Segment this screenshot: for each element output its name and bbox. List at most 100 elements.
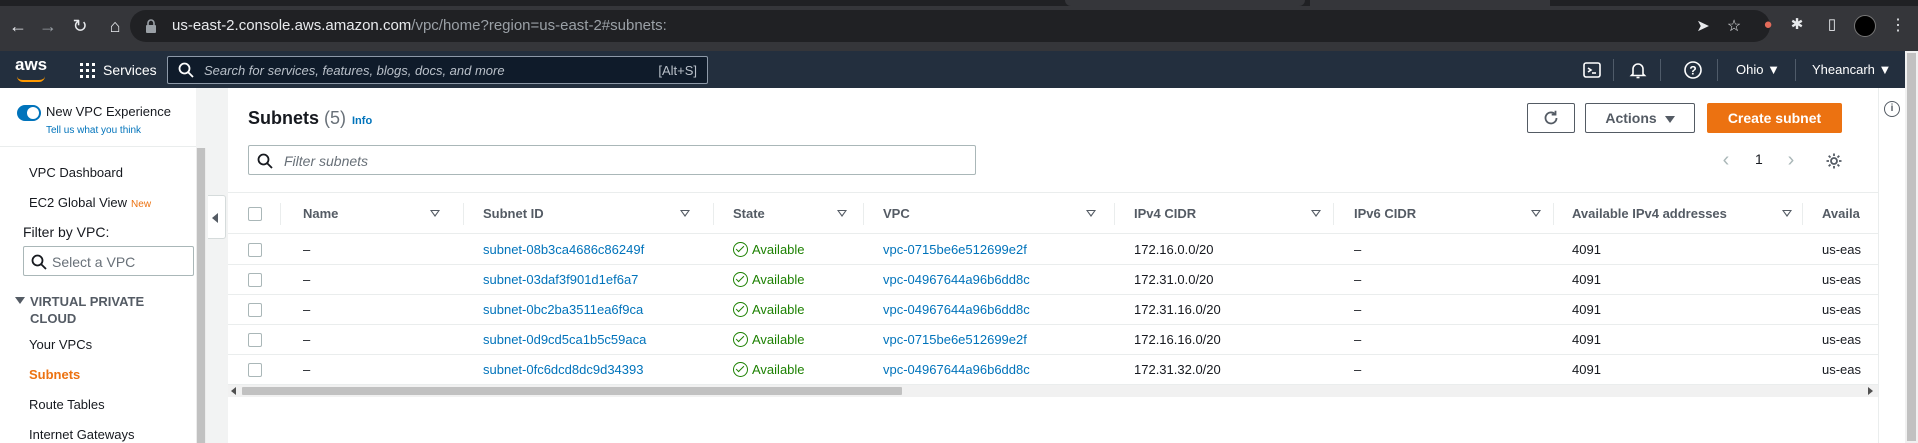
sidebar-item-route-tables[interactable]: Route Tables xyxy=(29,397,105,412)
color-picker-extension-icon[interactable]: ● xyxy=(1758,15,1778,35)
row-checkbox[interactable] xyxy=(248,303,262,317)
column-header-state[interactable]: State xyxy=(733,193,863,235)
forward-icon[interactable]: → xyxy=(36,14,60,38)
star-icon[interactable]: ☆ xyxy=(1725,18,1743,36)
filter-subnets-input[interactable]: Filter subnets xyxy=(248,145,976,175)
table-row[interactable]: – subnet-0bc2ba3511ea6f9ca Available vpc… xyxy=(228,295,1878,325)
cell-ipv4-cidr: 172.31.0.0/20 xyxy=(1134,272,1214,287)
browser-menu-icon[interactable]: ⋮ xyxy=(1890,15,1906,37)
column-header-name[interactable]: Name xyxy=(303,193,443,235)
previous-page-icon[interactable]: ‹ xyxy=(1720,150,1732,170)
filter-by-vpc-label: Filter by VPC: xyxy=(23,224,110,240)
table-horizontal-scrollbar[interactable] xyxy=(228,385,1878,397)
table-row[interactable]: – subnet-0fc6dcd8dc9d34393 Available vpc… xyxy=(228,355,1878,385)
feedback-link[interactable]: Tell us what you think xyxy=(46,125,141,136)
column-header-ipv4-cidr[interactable]: IPv4 CIDR xyxy=(1134,193,1334,235)
console-search-input[interactable]: Search for services, features, blogs, do… xyxy=(167,56,708,84)
table-row[interactable]: – subnet-03daf3f901d1ef6a7 Available vpc… xyxy=(228,265,1878,295)
lock-icon xyxy=(146,19,156,33)
caret-down-icon xyxy=(15,297,25,304)
table-row[interactable]: – subnet-0d9cd5ca1b5c59aca Available vpc… xyxy=(228,325,1878,355)
row-checkbox[interactable] xyxy=(248,243,262,257)
browser-tab[interactable] xyxy=(1065,0,1305,6)
side-panel-icon[interactable]: ▯ xyxy=(1822,15,1842,35)
send-icon[interactable]: ➤ xyxy=(1694,18,1712,36)
cell-subnet-id[interactable]: subnet-0d9cd5ca1b5c59aca xyxy=(483,325,646,355)
cell-ipv6-cidr: – xyxy=(1354,272,1362,287)
cell-vpc[interactable]: vpc-04967644a96b6dd8c xyxy=(883,355,1030,385)
page-scrollbar[interactable] xyxy=(1905,51,1918,443)
search-icon xyxy=(31,254,47,270)
address-bar[interactable]: us-east-2.console.aws.amazon.com/vpc/hom… xyxy=(130,10,1770,42)
cell-ipv6-cidr: – xyxy=(1354,302,1362,317)
page-number[interactable]: 1 xyxy=(1755,151,1763,167)
profile-avatar[interactable] xyxy=(1854,15,1876,37)
puzzle-extensions-icon[interactable]: ✱ xyxy=(1787,15,1807,35)
reload-icon[interactable]: ↻ xyxy=(68,14,92,38)
home-icon[interactable]: ⌂ xyxy=(103,14,127,38)
cell-vpc[interactable]: vpc-04967644a96b6dd8c xyxy=(883,295,1030,325)
sidebar-item-vpc-dashboard[interactable]: VPC Dashboard xyxy=(29,165,123,180)
next-page-icon[interactable]: › xyxy=(1785,150,1797,170)
state-text: Available xyxy=(752,242,805,257)
column-header-subnet-id[interactable]: Subnet ID xyxy=(483,193,693,235)
sidebar-item-subnets[interactable]: Subnets xyxy=(29,367,80,382)
bell-icon[interactable] xyxy=(1628,60,1648,80)
account-menu[interactable]: Yheancarh ▼ xyxy=(1812,60,1891,80)
gear-icon[interactable] xyxy=(1825,152,1843,170)
sort-icon xyxy=(430,210,440,217)
sort-icon xyxy=(837,210,847,217)
scroll-right-icon[interactable] xyxy=(1868,387,1873,395)
row-checkbox[interactable] xyxy=(248,273,262,287)
table-row[interactable]: – subnet-08b3ca4686c86249f Available vpc… xyxy=(228,235,1878,265)
help-icon[interactable]: ? xyxy=(1683,60,1703,80)
cell-vpc[interactable]: vpc-0715be6e512699e2f xyxy=(883,325,1027,355)
sidebar-scrollbar[interactable] xyxy=(196,148,206,443)
search-icon xyxy=(257,153,273,169)
cell-subnet-id[interactable]: subnet-08b3ca4686c86249f xyxy=(483,235,644,265)
url-path: /vpc/home?region=us-east-2#subnets: xyxy=(411,17,667,34)
sidebar-item-internet-gateways[interactable]: Internet Gateways xyxy=(29,427,135,442)
info-link[interactable]: Info xyxy=(352,115,372,127)
horizontal-scrollbar-thumb[interactable] xyxy=(242,387,902,395)
cell-subnet-id[interactable]: subnet-0bc2ba3511ea6f9ca xyxy=(483,295,643,325)
page-scrollbar-thumb[interactable] xyxy=(1907,53,1916,441)
url-text: us-east-2.console.aws.amazon.com/vpc/hom… xyxy=(172,17,667,34)
actions-button[interactable]: Actions xyxy=(1585,103,1695,133)
services-menu[interactable]: Services xyxy=(80,59,157,81)
aws-logo[interactable]: aws xyxy=(15,55,49,83)
column-header-vpc[interactable]: VPC xyxy=(883,193,1103,235)
sidebar-item-your-vpcs[interactable]: Your VPCs xyxy=(29,337,92,352)
scroll-left-icon[interactable] xyxy=(231,387,236,395)
cell-ipv6-cidr: – xyxy=(1354,332,1362,347)
search-icon xyxy=(178,62,194,78)
row-checkbox[interactable] xyxy=(248,363,262,377)
cell-name: – xyxy=(303,242,311,257)
select-all-checkbox[interactable] xyxy=(248,207,262,221)
cell-vpc[interactable]: vpc-04967644a96b6dd8c xyxy=(883,265,1030,295)
refresh-button[interactable] xyxy=(1527,103,1575,133)
search-placeholder: Search for services, features, blogs, do… xyxy=(204,63,505,78)
back-icon[interactable]: ← xyxy=(6,14,30,38)
browser-tab[interactable] xyxy=(1310,0,1550,6)
cloudshell-icon[interactable] xyxy=(1582,60,1602,80)
column-header-availability-zone[interactable]: Availa xyxy=(1822,193,1878,235)
column-header-available-ipv4[interactable]: Available IPv4 addresses xyxy=(1572,193,1802,235)
create-subnet-button[interactable]: Create subnet xyxy=(1707,103,1842,133)
collapse-sidebar-button[interactable] xyxy=(208,195,226,239)
new-vpc-experience-toggle[interactable] xyxy=(17,105,41,121)
cell-vpc[interactable]: vpc-0715be6e512699e2f xyxy=(883,235,1027,265)
region-selector[interactable]: Ohio ▼ xyxy=(1736,60,1780,80)
cell-available-ipv4: 4091 xyxy=(1572,242,1601,257)
row-checkbox[interactable] xyxy=(248,333,262,347)
cell-name: – xyxy=(303,302,311,317)
column-header-ipv6-cidr[interactable]: IPv6 CIDR xyxy=(1354,193,1554,235)
sidebar-scrollbar-thumb[interactable] xyxy=(197,148,205,443)
cell-subnet-id[interactable]: subnet-03daf3f901d1ef6a7 xyxy=(483,265,638,295)
column-divider xyxy=(1333,203,1334,225)
vpc-filter-select[interactable]: Select a VPC xyxy=(23,246,194,276)
cell-subnet-id[interactable]: subnet-0fc6dcd8dc9d34393 xyxy=(483,355,643,385)
sidebar-item-ec2-global-view[interactable]: EC2 Global View New xyxy=(29,195,151,210)
info-panel-icon[interactable]: i xyxy=(1884,101,1900,117)
section-virtual-private-cloud[interactable]: VIRTUAL PRIVATE CLOUD xyxy=(15,293,185,327)
